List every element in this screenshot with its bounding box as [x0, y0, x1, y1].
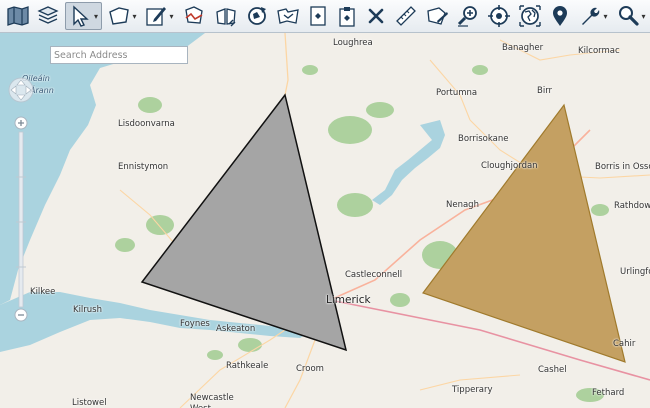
pan-zoom-icon	[8, 77, 34, 322]
place-label: Castleconnell	[345, 270, 403, 280]
place-marker-button[interactable]	[546, 2, 574, 30]
reshape-polygon-icon	[185, 6, 203, 24]
copy-button[interactable]	[304, 2, 332, 30]
edit-button[interactable]: ▾	[143, 2, 175, 30]
measure-button[interactable]	[391, 2, 421, 30]
settings-button[interactable]: ▾	[575, 2, 611, 30]
crosshair-target-icon	[488, 5, 510, 27]
dropdown-caret-icon: ▾	[132, 11, 137, 21]
select-tool-button[interactable]: ▾	[65, 2, 102, 30]
full-extent-button[interactable]	[515, 2, 545, 30]
paste-button[interactable]	[333, 2, 361, 30]
measure-ruler-icon	[396, 6, 416, 26]
delete-button[interactable]	[362, 2, 390, 30]
search-magnifier-icon	[619, 6, 640, 26]
place-label: Loughrea	[333, 38, 373, 48]
split-polygon-icon	[216, 8, 236, 27]
place-label: Newcastle West	[190, 393, 234, 408]
rotate-button[interactable]	[242, 2, 272, 30]
dropdown-caret-icon: ▾	[169, 11, 174, 21]
map-pin-icon	[553, 6, 567, 26]
layers-stack-icon	[37, 6, 59, 24]
place-label: Urlingford	[620, 267, 650, 277]
place-label: Rathkeale	[226, 361, 269, 371]
copy-feature-icon	[310, 6, 326, 26]
search-tool-button[interactable]: ▾	[613, 2, 649, 30]
place-label: Askeaton	[216, 324, 256, 334]
measure-area-button[interactable]	[422, 2, 452, 30]
merge-button[interactable]	[273, 2, 303, 30]
place-label: Croom	[296, 364, 324, 374]
select-arrow-icon	[73, 5, 89, 27]
place-label: Foynes	[180, 319, 210, 329]
draw-polygon-button[interactable]: ▾	[104, 2, 140, 30]
place-label: Kilrush	[73, 305, 102, 315]
wrench-settings-icon	[582, 7, 600, 25]
place-label: Rathdowney	[614, 201, 650, 211]
place-label: Borris in Ossory	[595, 162, 650, 172]
place-label: Borrisokane	[458, 134, 509, 144]
place-label: Banagher	[502, 43, 544, 53]
map-view[interactable]: Loughrea Banagher Kilcormac Oileáin Áran…	[0, 33, 650, 408]
locate-button[interactable]	[484, 2, 514, 30]
place-label: Limerick	[326, 294, 371, 306]
zoom-control	[6, 77, 36, 327]
map-layers-icon	[7, 6, 29, 26]
dropdown-caret-icon: ▾	[603, 11, 608, 21]
place-label: Nenagh	[446, 200, 479, 210]
place-label: Cahir	[613, 339, 636, 349]
draw-polygon-icon	[109, 7, 130, 25]
rotate-feature-icon	[248, 7, 266, 25]
zoom-to-feature-icon	[457, 6, 477, 27]
zoom-feature-button[interactable]	[453, 2, 483, 30]
reshape-button[interactable]	[179, 2, 209, 30]
layers-button[interactable]	[34, 2, 62, 30]
place-label: Kilcormac	[578, 46, 620, 56]
measure-area-icon	[427, 7, 448, 25]
split-button[interactable]	[211, 2, 241, 30]
place-label: Ennistymon	[118, 162, 169, 172]
edit-feature-icon	[146, 7, 167, 26]
map-toolbar: ▾ ▾ ▾ ▾ ▾	[0, 0, 650, 33]
search-address-input[interactable]	[50, 46, 188, 64]
map-basemap	[0, 33, 650, 408]
place-label: Cashel	[538, 365, 567, 375]
dropdown-caret-icon: ▾	[641, 11, 646, 21]
delete-x-icon	[368, 8, 384, 24]
paste-feature-icon	[339, 7, 355, 27]
globe-extent-icon	[519, 5, 541, 27]
place-label: Tipperary	[452, 385, 493, 395]
place-label: Portumna	[436, 88, 478, 98]
base-map-button[interactable]	[4, 2, 32, 30]
place-label: Fethard	[592, 388, 625, 398]
place-label: Lisdoonvarna	[118, 119, 175, 129]
place-label: Listowel	[72, 398, 107, 408]
merge-polygons-icon	[277, 8, 299, 24]
place-label: Cloughjordan	[481, 161, 538, 171]
place-label: Birr	[537, 86, 553, 96]
dropdown-caret-icon: ▾	[93, 11, 98, 21]
